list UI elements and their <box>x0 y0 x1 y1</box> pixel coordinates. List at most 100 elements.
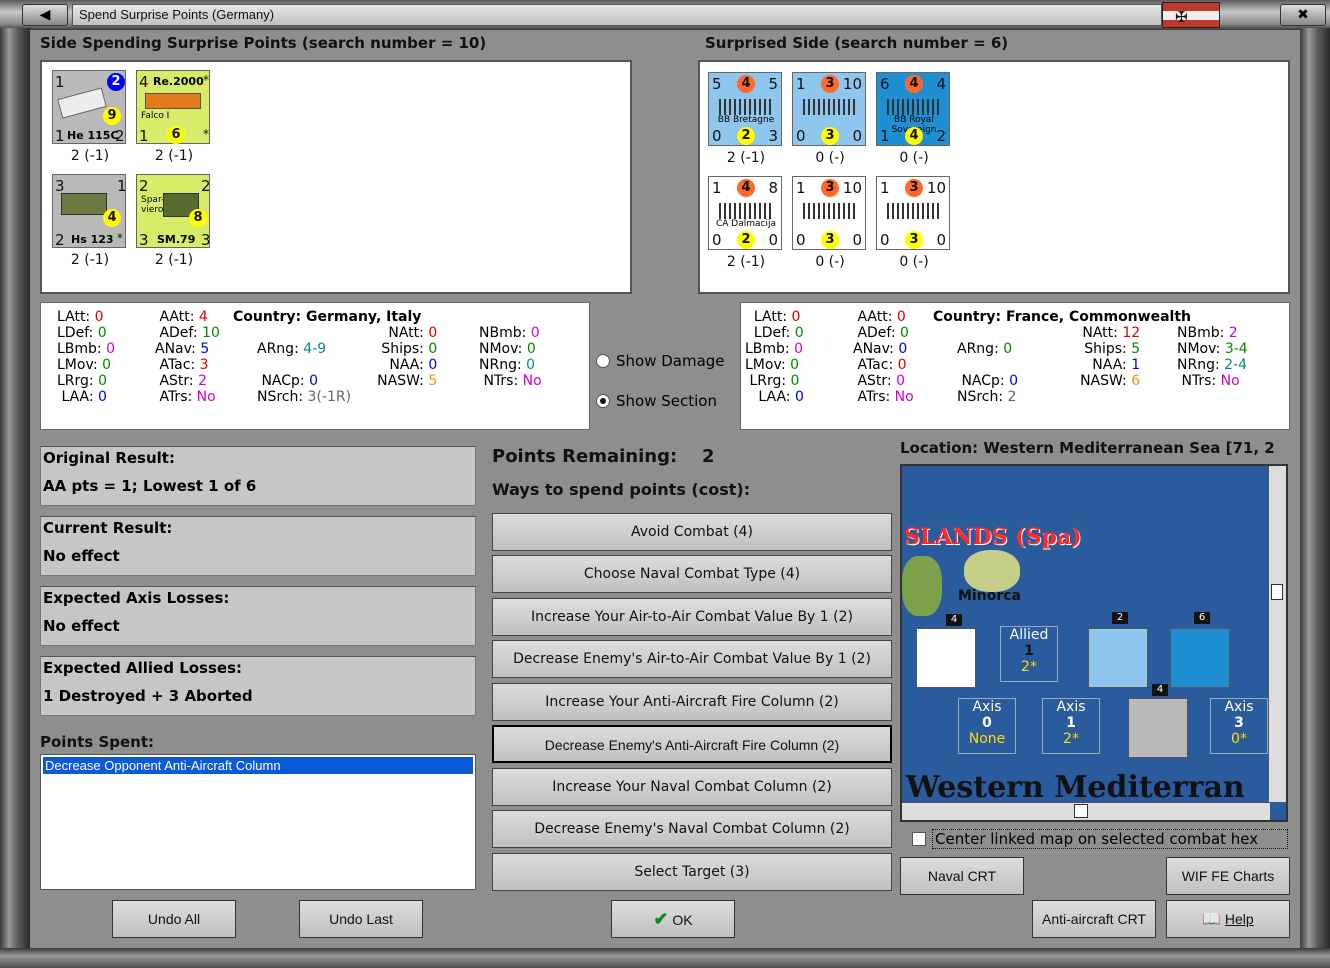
ship-icon <box>719 99 771 115</box>
list-item[interactable]: Decrease Opponent Anti-Aircraft Column <box>43 757 473 774</box>
select-target-button[interactable]: Select Target (3) <box>492 853 892 891</box>
naval-crt-button[interactable]: Naval CRT <box>900 857 1024 895</box>
counter-value: 4 <box>139 73 149 91</box>
frame-left <box>0 28 30 948</box>
increase-air-to-air-button[interactable]: Increase Your Air-to-Air Combat Value By… <box>492 598 892 636</box>
unit-counter-sm79[interactable]: 2 2 Spar-viero 8 3 SM.79 3 <box>136 174 211 249</box>
counter-value: 1 <box>139 127 149 145</box>
counter-value: 0 <box>880 231 890 249</box>
map-vertical-scrollbar[interactable] <box>1268 466 1286 802</box>
counter-value: 6 <box>880 75 890 93</box>
counter-value: 0 <box>852 231 862 249</box>
counter-value: 1 <box>796 75 806 93</box>
counter-name: SM.79 <box>157 233 196 246</box>
decrease-enemy-aa-column-button[interactable]: Decrease Enemy's Anti-Aircraft Fire Colu… <box>492 725 892 763</box>
choose-naval-combat-type-button[interactable]: Choose Naval Combat Type (4) <box>492 555 892 593</box>
show-damage-label[interactable]: Show Damage <box>616 352 725 370</box>
map-horizontal-scrollbar[interactable] <box>902 802 1270 820</box>
system-menu-button[interactable]: ◀ <box>22 4 68 26</box>
counter-value: 8 <box>189 209 207 227</box>
box-value: 0* <box>1231 731 1247 747</box>
undo-last-button[interactable]: Undo Last <box>299 900 423 938</box>
axis-box: Axis 1 2* <box>1042 698 1100 754</box>
ship-counter[interactable]: 1 3 10 0 3 0 <box>792 176 866 250</box>
ways-label: Ways to spend points (cost): <box>492 480 751 499</box>
stack-count: 4 <box>946 614 962 626</box>
counter-value: 2 <box>936 127 946 145</box>
counter-value: 2 <box>55 231 65 249</box>
map-region-label: SLANDS (Spa) <box>904 524 1082 550</box>
right-side-heading: Surprised Side (search number = 6) <box>705 34 1009 52</box>
close-button[interactable]: ✖ <box>1280 4 1326 26</box>
map-naval-counter[interactable] <box>1088 628 1148 688</box>
counter-value: 3 <box>821 231 839 249</box>
scroll-thumb[interactable] <box>1074 804 1088 818</box>
land-stats: LAtt: 0 LDef: 0 LBmb: 0 LMov: 0 LRrg: 0 … <box>57 309 116 405</box>
air-stats: AAtt: 4 ADef: 10 ANav: 5 ATac: 3 AStr: 2… <box>155 309 220 405</box>
help-button[interactable]: 📖 Help <box>1166 900 1290 938</box>
show-section-radio[interactable] <box>596 394 610 408</box>
allied-box: Allied 1 2* <box>1000 626 1058 682</box>
ship-counter[interactable]: 644BB Royal Sovereign142 <box>876 72 950 146</box>
plane-icon <box>57 87 107 119</box>
show-section-label[interactable]: Show Section <box>616 392 717 410</box>
decrease-enemy-naval-column-button[interactable]: Decrease Enemy's Naval Combat Column (2) <box>492 810 892 848</box>
unit-counter-re2000[interactable]: 4 Re.2000 * Falco I 1 6 * <box>136 70 210 145</box>
increase-naval-column-button[interactable]: Increase Your Naval Combat Column (2) <box>492 768 892 806</box>
axis-box: Axis 0 None <box>958 698 1016 754</box>
counter-value: 1 <box>796 179 806 197</box>
counter-value: 9 <box>103 107 121 125</box>
unit-counter-he115c[interactable]: 1 2 9 1 He 115C 2 <box>52 70 126 145</box>
naval-stats: NAtt: 0 Ships: 0 NAA: 0 NASW: 5 <box>375 325 438 389</box>
counter-value: 4 <box>936 75 946 93</box>
stack-count: 2 <box>1112 612 1128 624</box>
unit-label: 0 (-) <box>815 254 845 270</box>
unit-label: 2 (-1) <box>70 148 110 164</box>
avoid-combat-button[interactable]: Avoid Combat (4) <box>492 513 892 551</box>
ship-counter[interactable]: 1 4 8 CA Dalmacija 0 2 0 <box>708 176 782 250</box>
range-stats: ARng: 0 NACp: 0 NSrch: 2 <box>957 341 1019 405</box>
ok-button[interactable]: ✔ OK <box>611 900 735 938</box>
unit-counter-hs123[interactable]: 3 1 4 2 Hs 123 * <box>52 174 127 249</box>
ship-counter[interactable]: 5 4 5 BB Bretagne 0 2 3 <box>708 72 782 146</box>
hex-map[interactable]: SLANDS (Spa) Minorca 4 2 6 4 Allied 1 2*… <box>900 464 1288 822</box>
counter-value: 1 <box>55 127 65 145</box>
map-naval-counter[interactable] <box>916 628 976 688</box>
sea-label: Western Mediterran <box>906 770 1245 805</box>
box-title: Axis <box>1056 699 1086 715</box>
counter-value: 3 <box>821 127 839 145</box>
unit-label: 0 (-) <box>899 254 929 270</box>
show-damage-radio[interactable] <box>596 354 610 368</box>
ok-label: OK <box>672 912 693 928</box>
counter-value: 8 <box>768 179 778 197</box>
wif-fe-charts-button[interactable]: WIF FE Charts <box>1166 857 1290 895</box>
counter-subname: Falco I <box>141 111 170 121</box>
counter-value: 0 <box>796 127 806 145</box>
country-label: Country: France, Commonwealth <box>933 309 1191 325</box>
counter-value: 0 <box>796 231 806 249</box>
dialog-window: ◀ Spend Surprise Points (Germany) ✠ ✖ Si… <box>0 0 1330 968</box>
ship-counter[interactable]: 1 3 10 0 3 0 <box>792 72 866 146</box>
counter-value: 1 <box>55 73 65 91</box>
map-air-counter[interactable] <box>1170 628 1230 688</box>
points-remaining-value: 2 <box>702 446 715 467</box>
counter-name: He 115C <box>67 129 119 142</box>
decrease-enemy-air-to-air-button[interactable]: Decrease Enemy's Air-to-Air Combat Value… <box>492 640 892 678</box>
plane-icon <box>61 193 107 215</box>
anti-aircraft-crt-button[interactable]: Anti-aircraft CRT <box>1032 900 1156 938</box>
center-link-label[interactable]: Center linked map on selected combat hex <box>932 829 1288 849</box>
map-air-counter[interactable] <box>1128 698 1188 758</box>
center-link-checkbox[interactable] <box>912 832 926 846</box>
counter-value: 5 <box>768 75 778 93</box>
unit-label: 0 (-) <box>899 150 929 166</box>
box-number: 0 <box>982 715 992 731</box>
counter-value: 0 <box>768 231 778 249</box>
increase-aa-column-button[interactable]: Increase Your Anti-Aircraft Fire Column … <box>492 683 892 721</box>
left-stats-panel: LAtt: 0 LDef: 0 LBmb: 0 LMov: 0 LRrg: 0 … <box>40 302 590 430</box>
scroll-thumb[interactable] <box>1271 584 1283 600</box>
points-spent-list[interactable]: Decrease Opponent Anti-Aircraft Column <box>40 754 476 890</box>
counter-value: 0 <box>712 231 722 249</box>
current-result-box: Current Result: No effect <box>40 516 476 576</box>
undo-all-button[interactable]: Undo All <box>112 900 236 938</box>
ship-counter[interactable]: 1 3 10 0 3 0 <box>876 176 950 250</box>
